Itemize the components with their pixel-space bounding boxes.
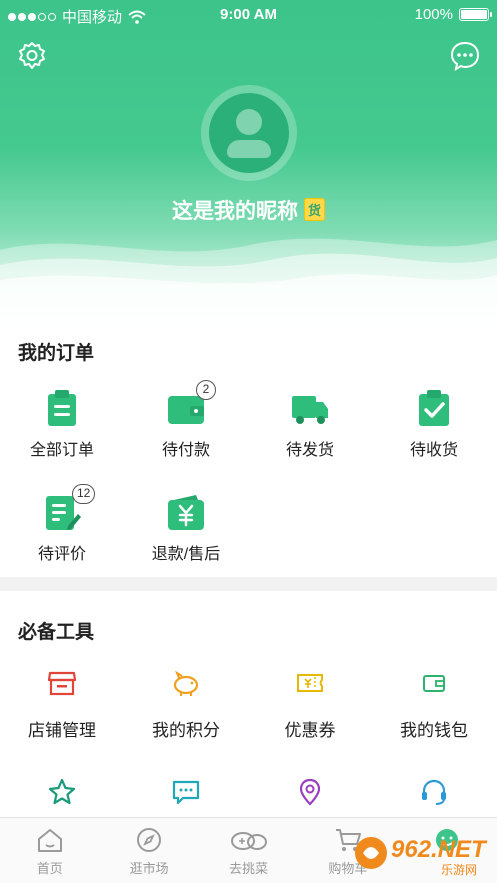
- tool-store-management[interactable]: 店铺管理: [0, 668, 124, 741]
- tool-address[interactable]: [248, 777, 372, 807]
- order-pending-shipment-label: 待发货: [285, 442, 334, 459]
- tool-my-points[interactable]: 我的积分: [124, 668, 248, 741]
- tool-store-label: 店铺管理: [28, 721, 96, 740]
- order-all[interactable]: 全部订单: [0, 388, 124, 460]
- pending-review-count: 12: [72, 484, 96, 504]
- order-pending-review[interactable]: 12 待评价: [0, 484, 124, 564]
- tool-wallet-label: 我的钱包: [400, 721, 468, 740]
- header-wave-decoration: [0, 238, 497, 330]
- piggy-bank-icon: [173, 670, 199, 696]
- tool-points-label: 我的积分: [152, 721, 220, 740]
- orders-section-title: 我的订单: [18, 343, 95, 364]
- settings-gear-icon[interactable]: [16, 40, 48, 72]
- tool-coupons-label: 优惠券: [284, 721, 336, 740]
- truck-icon: [292, 396, 328, 424]
- clipboard-icon: [48, 390, 76, 426]
- order-pending-shipment[interactable]: 待发货: [248, 388, 372, 460]
- status-bar: 中国移动 9:00 AM 100%: [0, 0, 497, 30]
- watermark-text: 962.NET: [391, 836, 488, 863]
- home-icon: [37, 829, 62, 852]
- message-bubble-icon[interactable]: [449, 40, 481, 72]
- avatar[interactable]: [201, 85, 297, 181]
- nickname-row[interactable]: 这是我的昵称货: [0, 195, 497, 225]
- order-refund-label: 退款/售后: [151, 546, 221, 563]
- location-icon: [299, 778, 321, 806]
- nickname: 这是我的昵称: [171, 200, 298, 223]
- orders-grid: 全部订单 2 待付款 待发货 待收货 12 待评价 退款/售后: [0, 380, 497, 564]
- wallet-icon: [423, 675, 445, 692]
- order-pending-review-label: 待评价: [37, 546, 86, 563]
- tool-favorites[interactable]: [0, 777, 124, 807]
- order-refund[interactable]: 退款/售后: [124, 492, 248, 564]
- user-silhouette-icon: [209, 93, 289, 173]
- pending-payment-count: 2: [196, 380, 216, 400]
- headset-icon: [422, 779, 446, 805]
- tab-vegetables-label: 去挑菜: [229, 861, 269, 876]
- site-watermark-logo: 962.NET 乐游网: [355, 836, 488, 877]
- tools-grid: 店铺管理 我的积分 优惠券 我的钱包: [0, 668, 497, 807]
- chat-icon: [172, 780, 200, 805]
- store-icon: [47, 671, 77, 696]
- tool-customer-service[interactable]: [372, 777, 496, 807]
- battery-percent: 100%: [414, 6, 453, 23]
- order-pending-payment-label: 待付款: [161, 442, 210, 459]
- tab-home[interactable]: 首页: [0, 818, 99, 883]
- checked-clipboard-icon: [419, 390, 449, 426]
- order-pending-receipt-label: 待收货: [409, 442, 458, 459]
- coupon-icon: [297, 674, 323, 692]
- tab-home-label: 首页: [36, 861, 63, 876]
- tab-vegetables[interactable]: 去挑菜: [199, 818, 298, 883]
- order-pending-payment[interactable]: 2 待付款: [124, 380, 248, 460]
- order-pending-receipt[interactable]: 待收货: [372, 388, 496, 460]
- tab-market[interactable]: 逛市场: [99, 818, 198, 883]
- tools-section-title: 必备工具: [18, 622, 95, 643]
- watermark-sub: 乐游网: [441, 863, 477, 877]
- vegetable-icon: [230, 832, 267, 850]
- yuan-wallet-icon: [168, 495, 204, 530]
- compass-icon: [137, 828, 162, 852]
- battery-icon: [459, 8, 492, 21]
- tab-market-label: 逛市场: [129, 861, 169, 876]
- star-icon: [48, 778, 76, 805]
- tool-coupons[interactable]: 优惠券: [248, 668, 372, 741]
- section-divider: [0, 577, 497, 591]
- profile-header: 中国移动 9:00 AM 100% 这是我的昵称货: [0, 0, 497, 330]
- order-all-label: 全部订单: [29, 442, 94, 459]
- merchant-badge: 货: [303, 198, 325, 221]
- tool-my-wallet[interactable]: 我的钱包: [372, 668, 496, 741]
- tool-messages[interactable]: [124, 777, 248, 807]
